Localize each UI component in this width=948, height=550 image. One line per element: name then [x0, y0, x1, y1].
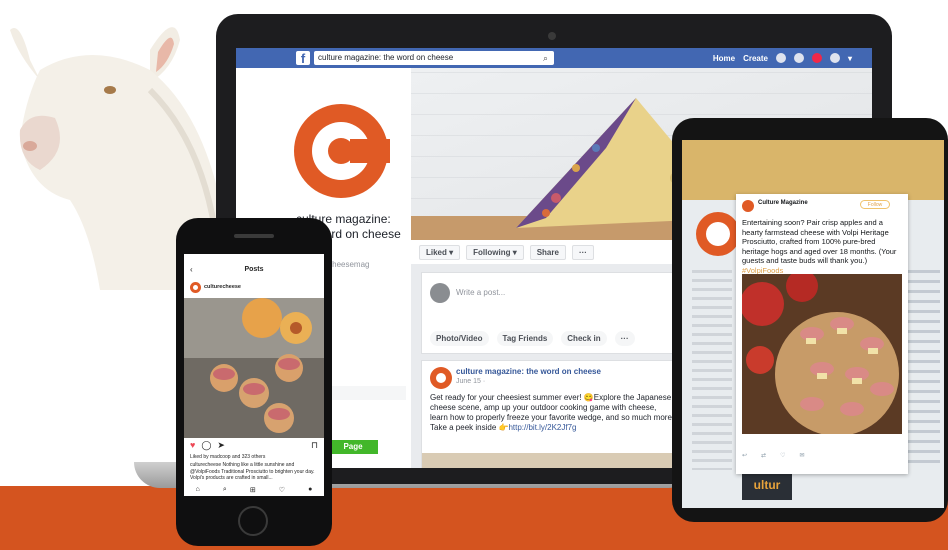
- post-avatar: [430, 367, 452, 389]
- post-composer: Write a post... Photo/Video Tag Friends …: [421, 272, 683, 354]
- post-body: Get ready for your cheesiest summer ever…: [430, 393, 676, 433]
- friends-icon[interactable]: [775, 53, 786, 63]
- profile-sidebar: [692, 270, 732, 470]
- feed-post: culture magazine: the word on cheese Jun…: [421, 360, 684, 468]
- heart-icon[interactable]: ♥: [190, 440, 195, 451]
- likes-text[interactable]: Liked by madcoop and 323 others: [190, 454, 265, 460]
- post-author[interactable]: culture magazine: the word on cheese: [456, 367, 601, 376]
- messenger-icon[interactable]: [793, 53, 804, 63]
- tweet-actions: ↩ ⇄ ♡ ✉: [742, 452, 902, 462]
- share-icon[interactable]: ➤: [217, 440, 225, 451]
- instagram-bottom-nav: ⌂ ⌕ ⊞ ♡ ●: [184, 486, 324, 496]
- trends-sidebar: [906, 270, 940, 470]
- composer-options: Photo/Video Tag Friends Check in ···: [430, 331, 635, 346]
- reply-icon[interactable]: ↩: [742, 452, 747, 462]
- avatar: [430, 283, 450, 303]
- tag-friends-button[interactable]: Tag Friends: [496, 331, 554, 346]
- posts-title: Posts: [244, 266, 264, 273]
- instagram-username[interactable]: culturecheese: [204, 284, 241, 290]
- retweet-icon[interactable]: ⇄: [761, 452, 766, 462]
- post-image-strip: [422, 453, 684, 468]
- message-icon[interactable]: ✉: [799, 452, 804, 462]
- composer-more-button[interactable]: ···: [614, 331, 635, 346]
- activity-icon[interactable]: ♡: [279, 486, 285, 496]
- chevron-down-icon[interactable]: ▾: [848, 54, 852, 63]
- search-icon[interactable]: ⌕: [223, 486, 227, 496]
- sidebar-item[interactable]: [326, 386, 406, 400]
- laptop-camera: [548, 32, 556, 40]
- facebook-logo-icon[interactable]: f: [296, 51, 310, 66]
- instagram-screen: ‹ Posts culturecheese ♥ ◯ ➤ ⊓ Liked by m…: [184, 254, 324, 496]
- comment-icon[interactable]: ◯: [201, 440, 211, 451]
- liked-button[interactable]: Liked ▾: [419, 244, 461, 260]
- post-actions: ♥ ◯ ➤: [190, 440, 225, 451]
- search-value: culture magazine: the word on cheese: [318, 53, 454, 62]
- nav-home[interactable]: Home: [713, 54, 735, 63]
- caption-text: culturecheese Nothing like a little suns…: [190, 462, 315, 481]
- like-icon[interactable]: ♡: [780, 452, 785, 462]
- help-icon[interactable]: [829, 53, 840, 63]
- tweet-text: Entertaining soon? Pair crisp apples and…: [742, 218, 897, 265]
- search-icon[interactable]: ⌕: [543, 51, 548, 65]
- tweet-account[interactable]: Culture Magazine: [758, 200, 808, 206]
- following-button[interactable]: Following ▾: [466, 244, 524, 260]
- composer-input[interactable]: Write a post...: [456, 288, 505, 297]
- twitter-screen: ultur Culture Magazine Follow Entertaini…: [682, 140, 944, 508]
- more-button[interactable]: ···: [571, 244, 594, 260]
- prosciutto-photo: [742, 274, 902, 434]
- nav-create[interactable]: Create: [743, 54, 768, 63]
- facebook-top-bar: f culture magazine: the word on cheese ⌕…: [236, 48, 872, 68]
- notifications-icon[interactable]: [811, 53, 822, 63]
- home-icon[interactable]: ⌂: [196, 486, 200, 496]
- instagram-avatar[interactable]: [190, 282, 201, 293]
- tablet: ultur Culture Magazine Follow Entertaini…: [672, 118, 948, 522]
- marketing-mockup: f culture magazine: the word on cheese ⌕…: [0, 0, 948, 550]
- check-in-button[interactable]: Check in: [561, 331, 607, 346]
- tweet-body: Entertaining soon? Pair crisp apples and…: [742, 218, 904, 275]
- post-date[interactable]: June 15 ·: [456, 378, 485, 385]
- share-button[interactable]: Share: [529, 244, 566, 260]
- search-input[interactable]: culture magazine: the word on cheese ⌕: [314, 51, 554, 65]
- photo-video-button[interactable]: Photo/Video: [430, 331, 489, 346]
- post-link[interactable]: http://bit.ly/2K2Jf7g: [508, 423, 576, 432]
- smartphone: ‹ Posts culturecheese ♥ ◯ ➤ ⊓ Liked by m…: [176, 218, 332, 546]
- bookmark-icon[interactable]: ⊓: [311, 440, 318, 451]
- apricot-prosciutto-photo: [184, 298, 324, 438]
- facebook-nav: Home Create ▾: [713, 48, 852, 68]
- culture-logo-icon: [294, 104, 390, 198]
- phone-speaker: [234, 234, 274, 238]
- add-post-icon[interactable]: ⊞: [250, 486, 256, 496]
- home-button[interactable]: [238, 506, 268, 536]
- twitter-cover: [682, 140, 944, 200]
- magazine-cover-thumb: ultur: [742, 470, 792, 500]
- tweet-avatar: [742, 200, 754, 212]
- follow-button[interactable]: Follow: [860, 200, 890, 209]
- profile-icon[interactable]: ●: [308, 486, 312, 496]
- page-actions: Liked ▾ Following ▾ Share ···: [411, 240, 673, 264]
- tweet-card: Culture Magazine Follow Entertaining soo…: [736, 194, 908, 474]
- culture-logo-icon: [696, 212, 740, 256]
- page-button[interactable]: Page: [328, 440, 378, 454]
